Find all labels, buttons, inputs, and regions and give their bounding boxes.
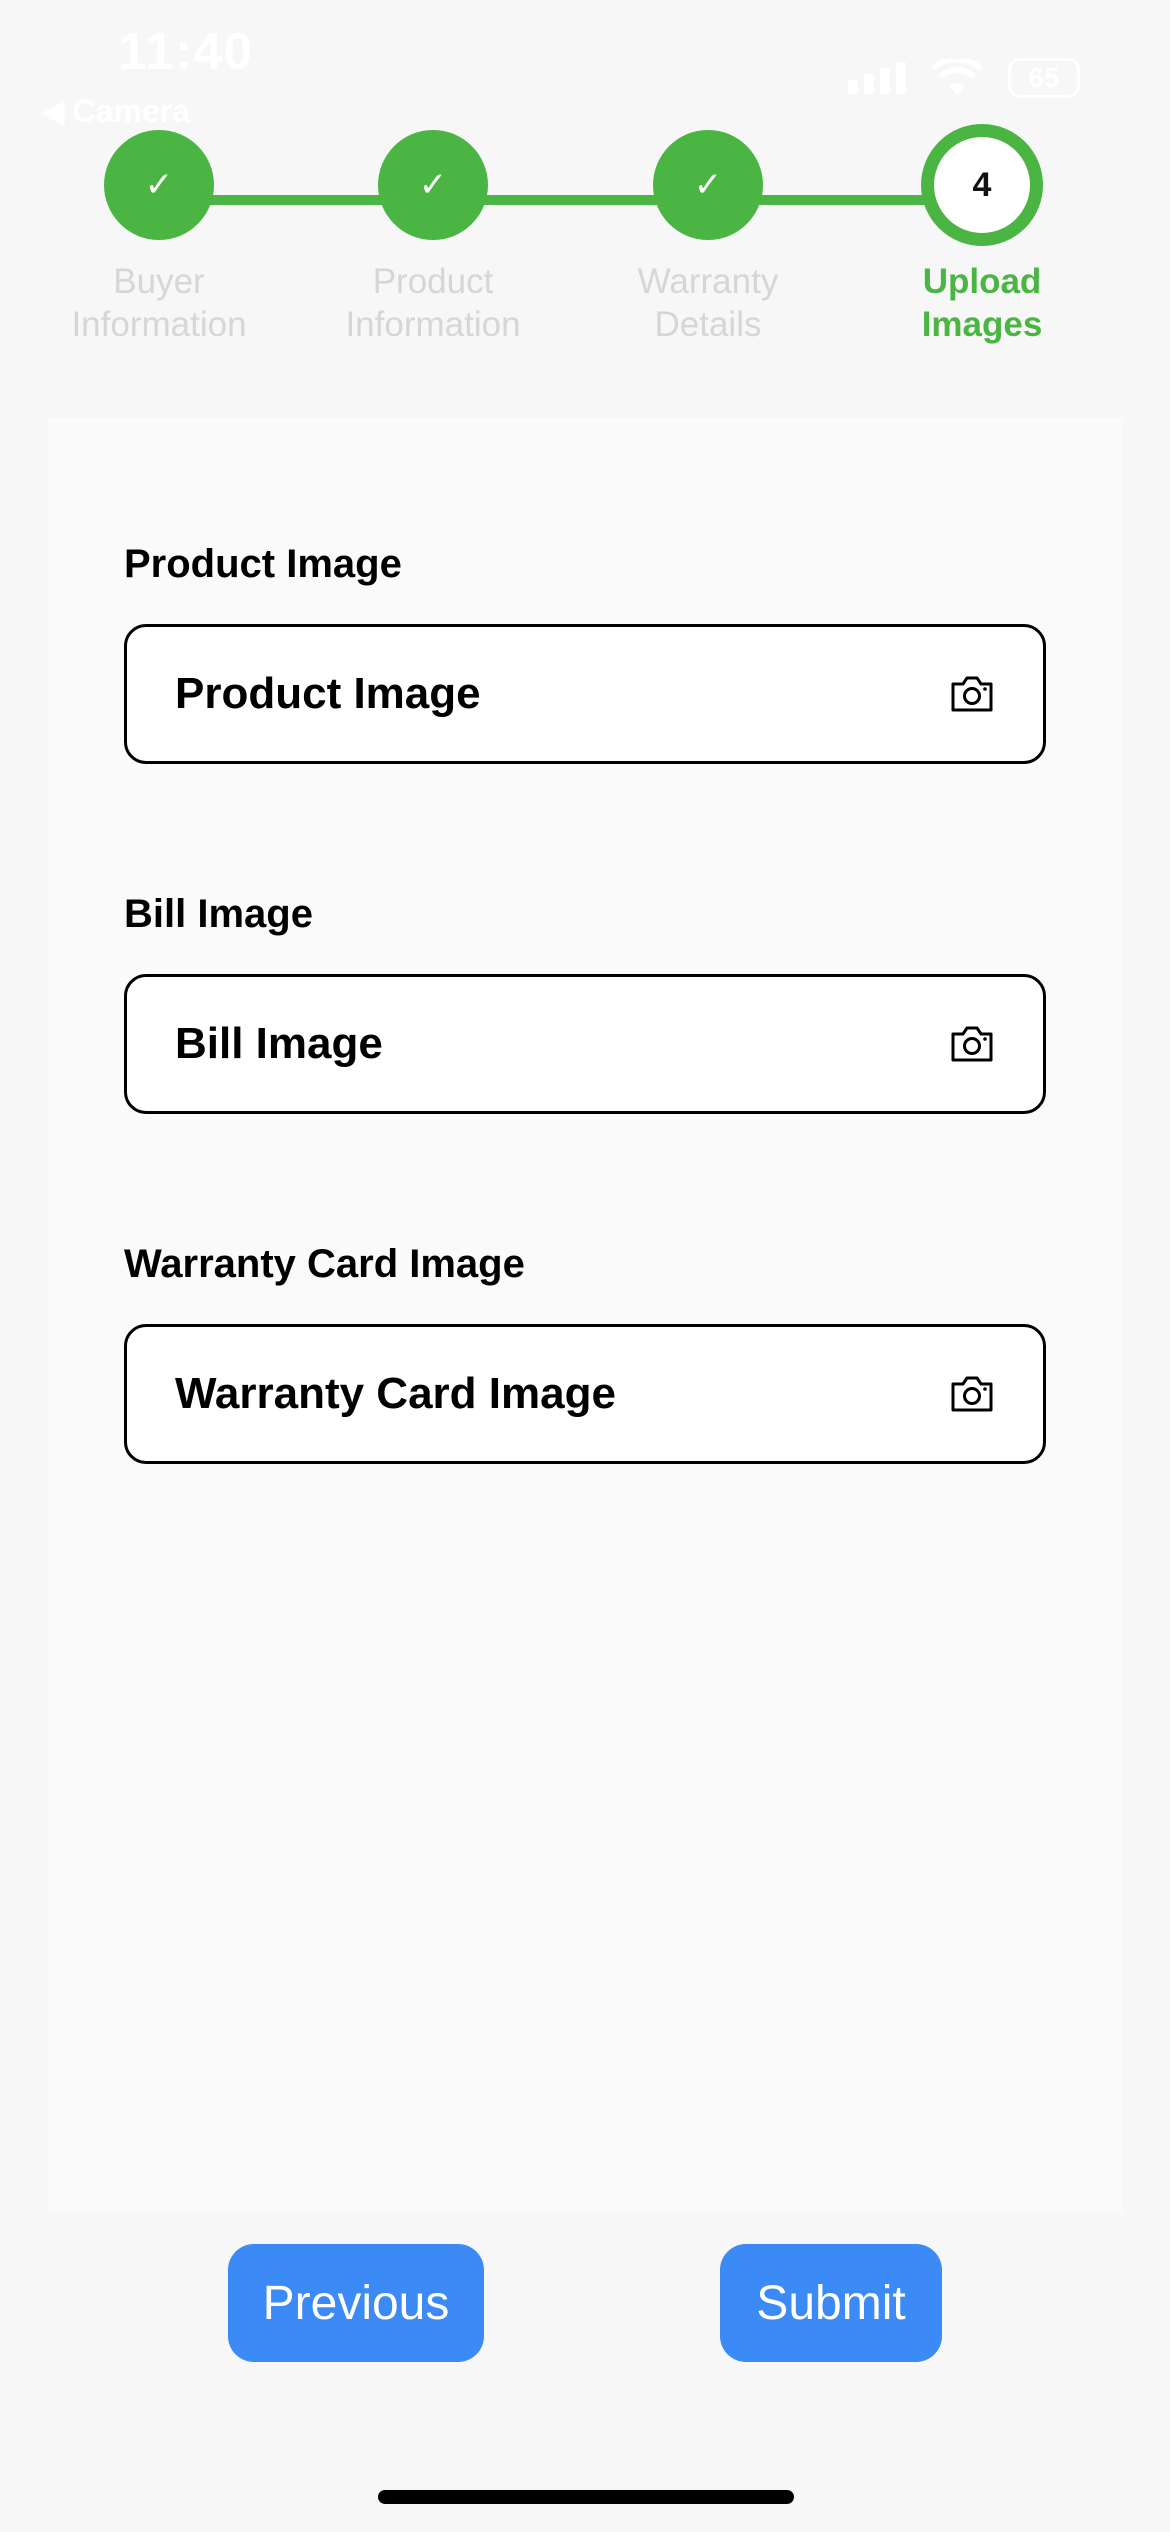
progress-stepper: ✓ Buyer Information ✓ Product Informatio… bbox=[0, 124, 1170, 370]
step-label: Warranty Details bbox=[637, 262, 779, 344]
bill-image-placeholder: Bill Image bbox=[175, 1019, 383, 1068]
status-time: 11:40 bbox=[118, 23, 254, 81]
previous-button[interactable]: Previous bbox=[228, 2244, 484, 2362]
bill-image-label: Bill Image bbox=[124, 892, 313, 936]
product-image-placeholder: Product Image bbox=[175, 669, 481, 718]
step-number: 4 bbox=[921, 124, 1043, 246]
back-arrow-icon: ◀ bbox=[40, 93, 65, 129]
status-indicators: 65 bbox=[848, 58, 1080, 98]
warranty-card-image-label: Warranty Card Image bbox=[124, 1242, 525, 1286]
step-label: Upload Images bbox=[921, 262, 1043, 344]
step-label: Buyer Information bbox=[71, 262, 247, 344]
back-label: Camera bbox=[72, 92, 191, 129]
step-buyer-information[interactable]: ✓ Buyer Information bbox=[39, 130, 279, 346]
step-check-icon: ✓ bbox=[378, 130, 488, 240]
submit-button[interactable]: Submit bbox=[720, 2244, 942, 2362]
step-upload-images[interactable]: 4 Upload Images bbox=[862, 124, 1102, 346]
wifi-icon bbox=[932, 59, 982, 95]
camera-icon[interactable] bbox=[949, 674, 995, 714]
product-image-label: Product Image bbox=[124, 542, 402, 586]
step-label: Product Information bbox=[345, 262, 521, 344]
step-product-information[interactable]: ✓ Product Information bbox=[313, 130, 553, 346]
step-check-icon: ✓ bbox=[104, 130, 214, 240]
cellular-signal-icon bbox=[848, 62, 906, 94]
step-check-icon: ✓ bbox=[653, 130, 763, 240]
battery-indicator: 65 bbox=[1008, 58, 1080, 98]
step-warranty-details[interactable]: ✓ Warranty Details bbox=[588, 130, 828, 346]
warranty-card-image-placeholder: Warranty Card Image bbox=[175, 1369, 616, 1418]
product-image-input[interactable]: Product Image bbox=[124, 624, 1046, 764]
home-indicator[interactable] bbox=[378, 2490, 794, 2504]
back-to-camera-link[interactable]: ◀ Camera bbox=[40, 92, 190, 130]
camera-icon[interactable] bbox=[949, 1374, 995, 1414]
bill-image-input[interactable]: Bill Image bbox=[124, 974, 1046, 1114]
camera-icon[interactable] bbox=[949, 1024, 995, 1064]
warranty-card-image-input[interactable]: Warranty Card Image bbox=[124, 1324, 1046, 1464]
